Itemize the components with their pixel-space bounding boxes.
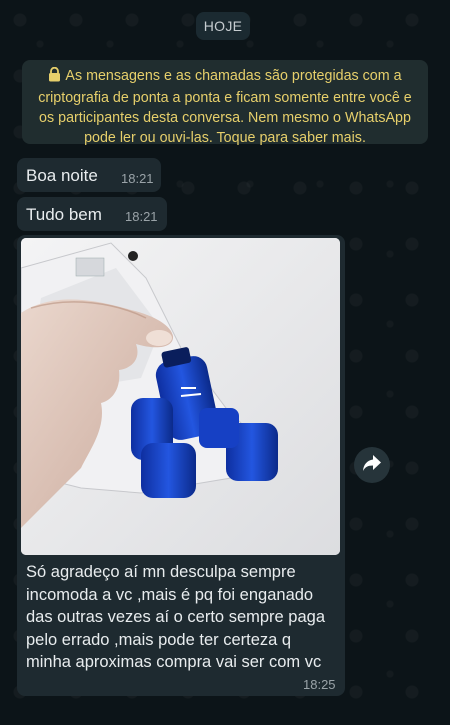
forward-icon xyxy=(362,454,382,477)
message-time: 18:21 xyxy=(125,209,158,224)
message-bubble[interactable]: Tudo bem 18:21 xyxy=(17,197,167,231)
message-photo[interactable] xyxy=(21,238,340,555)
image-message-bubble[interactable]: Só agradeço aí mn desculpa sempre incomo… xyxy=(17,235,345,696)
message-text: Tudo bem xyxy=(26,205,102,224)
forward-button[interactable] xyxy=(354,447,390,483)
message-text: Só agradeço aí mn desculpa sempre incomo… xyxy=(26,563,325,671)
encryption-notice-text: As mensagens e as chamadas são protegida… xyxy=(38,68,412,146)
message-bubble[interactable]: Boa noite 18:21 xyxy=(17,158,161,192)
encryption-notice[interactable]: As mensagens e as chamadas são protegida… xyxy=(22,60,428,146)
lock-icon xyxy=(48,66,61,88)
message-text: Boa noite xyxy=(26,166,98,185)
message-time: 18:21 xyxy=(121,171,154,186)
message-time: 18:25 xyxy=(303,677,336,692)
date-chip: HOJE xyxy=(196,12,250,40)
